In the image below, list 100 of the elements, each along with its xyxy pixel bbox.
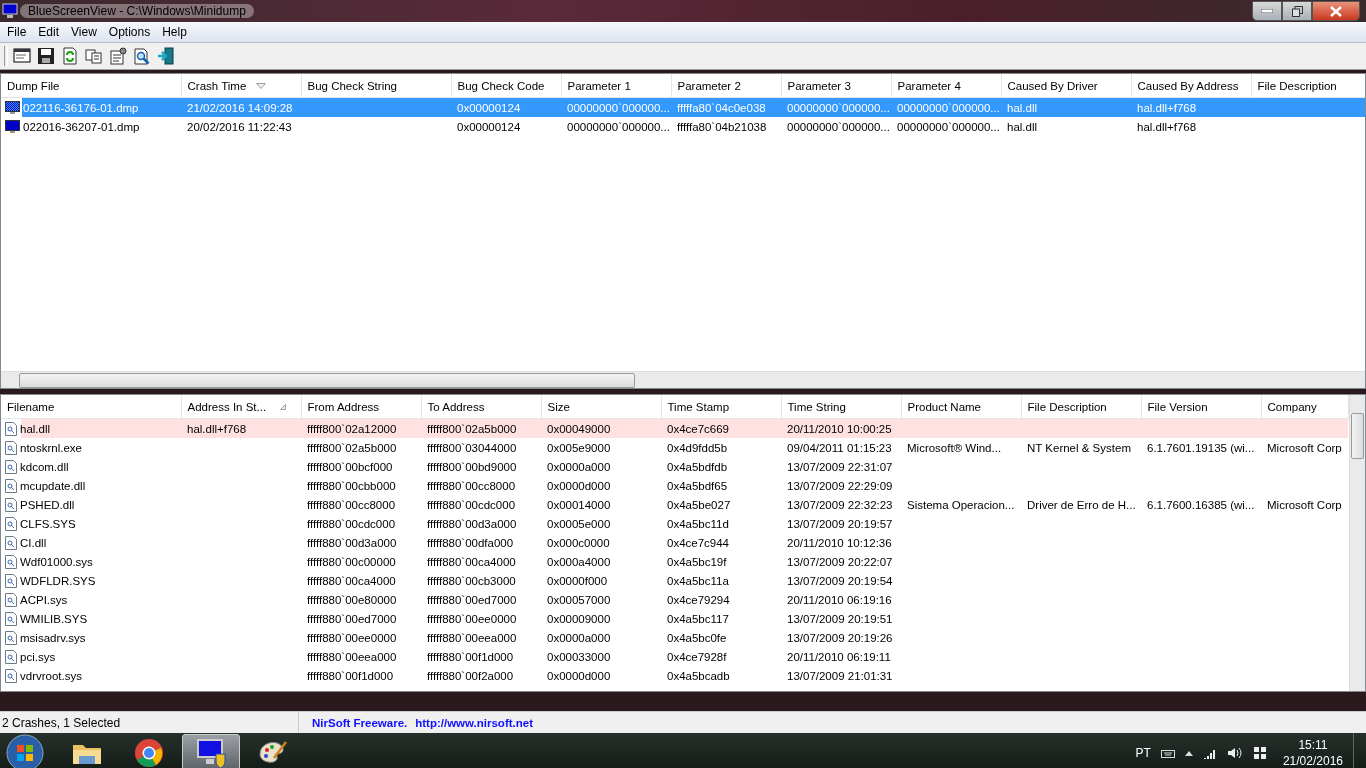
start-button[interactable] bbox=[6, 734, 44, 768]
table-cell: fffff880`00ee0000 bbox=[307, 631, 397, 644]
column-header[interactable]: From Address bbox=[301, 395, 421, 419]
module-row[interactable]: WDFLDR.SYS fffff880`00ca4000 fffff880`00cb3000 0x0000f000 0x4a5bc11a 13/07/2009 20:19:54 bbox=[1, 571, 1348, 590]
column-header[interactable]: Caused By Address bbox=[1131, 74, 1251, 98]
table-cell: 0x4a5bcadb bbox=[667, 669, 730, 682]
minimize-button[interactable] bbox=[1252, 1, 1282, 21]
column-header[interactable]: Parameter 1 bbox=[561, 74, 671, 98]
signal-bars-icon[interactable] bbox=[1202, 747, 1217, 759]
table-cell: fffff880`00f1d000 bbox=[427, 650, 514, 663]
file-icon bbox=[5, 554, 17, 569]
caret-up-icon[interactable] bbox=[1184, 750, 1193, 756]
table-cell: fffffa80`04c0e038 bbox=[677, 101, 766, 114]
table-cell: fffff880`00d3a000 bbox=[307, 536, 397, 549]
table-cell: 0x4a5bc11a bbox=[667, 574, 729, 587]
column-header[interactable]: File Description bbox=[1021, 395, 1141, 419]
exit-door-icon[interactable] bbox=[156, 46, 176, 66]
module-row[interactable]: PSHED.dll fffff880`00cc8000 fffff880`00cdc000 0x00014000 0x4a5be027 13/07/2009 22:32:23 Sistema Operacion... Driver de Erro de H... 6.1.7600.16385 (wi... Microsoft Corp bbox=[1, 495, 1348, 514]
column-header[interactable]: Company bbox=[1261, 395, 1348, 419]
column-header[interactable]: Size bbox=[541, 395, 661, 419]
table-cell: 00000000`000000... bbox=[897, 120, 1000, 133]
module-row[interactable]: hal.dll hal.dll+f768 fffff800`02a12000 fffff800`02a5b000 0x00049000 0x4ce7c669 20/11/2010 10:00:25 bbox=[1, 418, 1348, 438]
module-row[interactable]: vdrvroot.sys fffff880`00f1d000 fffff880`00f2a000 0x0000d000 0x4a5bcadb 13/07/2009 21:01:31 bbox=[1, 666, 1348, 685]
module-row[interactable]: Wdf01000.sys fffff880`00c00000 fffff880`00ca4000 0x000a4000 0x4a5bc19f 13/07/2009 20:22:07 bbox=[1, 552, 1348, 571]
column-header[interactable]: File Description bbox=[1251, 74, 1365, 98]
language-indicator[interactable]: PT bbox=[1135, 746, 1151, 760]
clock-time[interactable]: 15:11 bbox=[1298, 737, 1328, 753]
table-cell: 0x4a5bdfdb bbox=[667, 460, 728, 473]
module-row[interactable]: pci.sys fffff880`00eea000 fffff880`00f1d000 0x00033000 0x4ce7928f 20/11/2010 06:19:11 bbox=[1, 647, 1348, 666]
table-cell: fffff880`00ca4000 bbox=[307, 574, 396, 587]
table-cell: 0x4a5bdf65 bbox=[667, 479, 728, 492]
module-row[interactable]: CI.dll fffff880`00d3a000 fffff880`00dfa000 0x000c0000 0x4ce7c944 20/11/2010 10:12:36 bbox=[1, 533, 1348, 552]
column-header[interactable]: Parameter 2 bbox=[671, 74, 781, 98]
table-cell: 20/11/2010 06:19:11 bbox=[787, 650, 891, 663]
table-cell: hal.dll+f768 bbox=[1137, 120, 1197, 133]
taskbar-button[interactable] bbox=[182, 734, 240, 768]
table-cell: fffff880`00c00000 bbox=[307, 555, 396, 568]
column-header[interactable]: Time Stamp bbox=[661, 395, 781, 419]
table-cell: 0x4a5be027 bbox=[667, 498, 731, 511]
column-header[interactable]: Parameter 3 bbox=[781, 74, 891, 98]
table-cell: 00000000`000000... bbox=[787, 120, 890, 133]
module-row[interactable]: WMILIB.SYS fffff880`00ed7000 fffff880`00ee0000 0x00009000 0x4a5bc117 13/07/2009 20:19:51 bbox=[1, 609, 1348, 628]
close-button[interactable] bbox=[1312, 1, 1360, 21]
column-header[interactable]: Address In St... bbox=[181, 395, 301, 419]
horizontal-scrollbar[interactable] bbox=[1, 371, 1365, 388]
table-cell: PSHED.dll bbox=[20, 498, 75, 511]
column-header[interactable]: Bug Check Code bbox=[451, 74, 561, 98]
table-cell: fffff880`00f1d000 bbox=[307, 669, 394, 682]
menu-item[interactable]: Help bbox=[156, 25, 193, 39]
table-cell: WDFLDR.SYS bbox=[20, 574, 96, 587]
menu-item[interactable]: Options bbox=[102, 25, 157, 39]
file-icon bbox=[5, 440, 17, 455]
column-header[interactable]: To Address bbox=[421, 395, 541, 419]
window-icon[interactable] bbox=[12, 46, 32, 66]
speaker-icon[interactable] bbox=[1226, 747, 1243, 759]
table-cell: 00000000`000000... bbox=[567, 120, 670, 133]
document-gear-icon[interactable] bbox=[108, 46, 128, 66]
column-header[interactable]: Crash Time bbox=[181, 74, 301, 98]
magnifier-icon[interactable] bbox=[132, 46, 152, 66]
column-header[interactable]: File Version bbox=[1141, 395, 1261, 419]
module-row[interactable]: mcupdate.dll fffff880`00cbb000 fffff880`00cc8000 0x0000d000 0x4a5bdf65 13/07/2009 22:29:09 bbox=[1, 476, 1348, 495]
table-cell: fffff880`00eea000 bbox=[307, 650, 397, 663]
module-row[interactable]: msisadrv.sys fffff880`00ee0000 fffff880`00eea000 0x0000a000 0x4a5bc0fe 13/07/2009 20:19:26 bbox=[1, 628, 1348, 647]
column-header[interactable]: Dump File bbox=[1, 74, 181, 98]
crash-row[interactable]: 022016-36207-01.dmp 20/02/2016 11:22:43 0x00000124 00000000`000000... fffffa80`04b21038 00000000`000000... 00000000`000000... hal.dll hal.dll+f768 bbox=[1, 117, 1365, 136]
table-cell: 0x005e9000 bbox=[547, 441, 611, 454]
column-header[interactable]: Product Name bbox=[901, 395, 1021, 419]
vertical-scrollbar[interactable] bbox=[1349, 395, 1365, 691]
menu-item[interactable]: File bbox=[1, 25, 33, 39]
column-header[interactable]: Bug Check String bbox=[301, 74, 451, 98]
clock-date[interactable]: 21/02/2016 bbox=[1282, 753, 1343, 768]
module-row[interactable]: ACPI.sys fffff880`00e80000 fffff880`00ed7000 0x00057000 0x4ce79294 20/11/2010 06:19:16 bbox=[1, 590, 1348, 609]
module-row[interactable]: CLFS.SYS fffff880`00cdc000 fffff880`00d3a000 0x0005e000 0x4a5bc11d 13/07/2009 20:19:57 bbox=[1, 514, 1348, 533]
table-cell: 0x0000d000 bbox=[547, 479, 611, 492]
column-header[interactable]: Time String bbox=[781, 395, 901, 419]
table-cell: 0x4ce79294 bbox=[667, 593, 730, 606]
floppy-icon[interactable] bbox=[36, 46, 56, 66]
module-row[interactable]: ntoskrnl.exe fffff800`02a5b000 fffff800`03044000 0x005e9000 0x4d9fdd5b 09/04/2011 01:15:23 Microsoft® Wind... NT Kernel & System 6.1.7601.19135 (wi... Microsoft Corp bbox=[1, 438, 1348, 457]
table-cell: 6.1.7601.19135 (wi... bbox=[1147, 441, 1255, 454]
column-header[interactable]: Filename bbox=[1, 395, 181, 419]
menu-item[interactable]: View bbox=[65, 25, 103, 39]
table-cell: Driver de Erro de H... bbox=[1027, 498, 1136, 511]
table-cell: 13/07/2009 20:19:57 bbox=[787, 517, 893, 530]
website-link[interactable]: http://www.nirsoft.net bbox=[415, 716, 533, 729]
table-cell: 0x4ce7c669 bbox=[667, 422, 730, 435]
restore-button[interactable] bbox=[1282, 1, 1312, 21]
table-cell: fffff880`00cdc000 bbox=[427, 498, 516, 511]
table-cell: 022116-36176-01.dmp bbox=[23, 101, 139, 114]
table-cell: 0x00057000 bbox=[547, 593, 611, 606]
file-icon bbox=[5, 421, 17, 436]
module-row[interactable]: kdcom.dll fffff800`00bcf000 fffff800`00bd9000 0x0000a000 0x4a5bdfdb 13/07/2009 22:31:07 bbox=[1, 457, 1348, 476]
keyboard-icon[interactable] bbox=[1160, 748, 1175, 758]
copy-icon[interactable] bbox=[84, 46, 104, 66]
minimize-icon bbox=[1261, 9, 1273, 13]
file-icon bbox=[5, 668, 17, 683]
column-header[interactable]: Caused By Driver bbox=[1001, 74, 1131, 98]
column-header[interactable]: Parameter 4 bbox=[891, 74, 1001, 98]
flag-icon[interactable] bbox=[1252, 746, 1267, 760]
menu-item[interactable]: Edit bbox=[32, 25, 66, 39]
table-cell: NT Kernel & System bbox=[1027, 441, 1131, 454]
